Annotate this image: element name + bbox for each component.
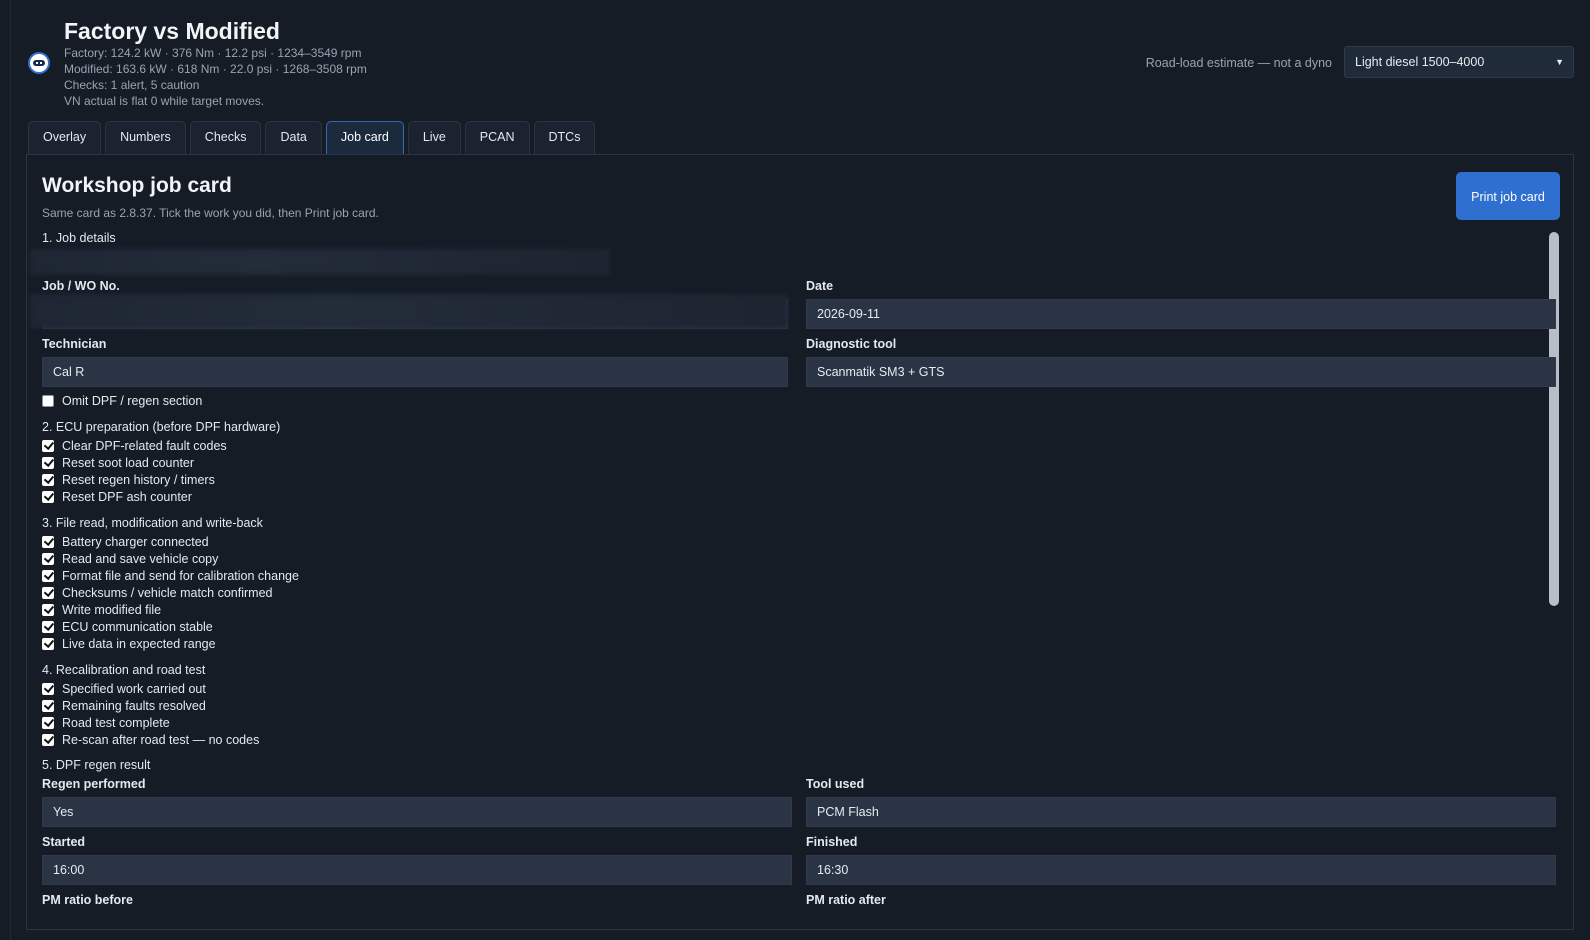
- tab-live[interactable]: Live: [407, 121, 461, 154]
- pm-ratio-before-label: PM ratio before: [42, 893, 133, 907]
- started-label: Started: [42, 835, 86, 849]
- task-label: Reset soot load counter: [62, 456, 195, 470]
- date-field[interactable]: 2026-09-11: [806, 299, 1556, 329]
- task-checkbox[interactable]: Format file and send for calibration cha…: [42, 569, 299, 585]
- vn-warning: VN actual is flat 0 while target moves.: [64, 94, 265, 108]
- task-label: Remaining faults resolved: [62, 699, 206, 713]
- page-title: Factory vs Modified: [64, 18, 280, 44]
- task-checkbox[interactable]: Read and save vehicle copy: [42, 552, 218, 568]
- chevron-down-icon: ▼: [1555, 57, 1564, 67]
- task-checkbox[interactable]: Live data in expected range: [42, 637, 216, 653]
- checkbox-checked-icon[interactable]: [42, 439, 54, 452]
- section-ecu-preparation: 2. ECU preparation (before DPF hardware): [42, 420, 281, 434]
- finished-label: Finished: [806, 835, 858, 849]
- task-checkbox[interactable]: Clear DPF-related fault codes: [42, 439, 227, 455]
- task-label: Reset regen history / timers: [62, 473, 215, 487]
- task-label: Read and save vehicle copy: [62, 552, 219, 566]
- section-recalibration: 4. Recalibration and road test: [42, 663, 206, 677]
- task-label: Re-scan after road test — no codes: [62, 733, 260, 747]
- task-checkbox[interactable]: Reset soot load counter: [42, 456, 194, 472]
- started-field[interactable]: 16:00: [42, 855, 792, 885]
- checkbox-checked-icon[interactable]: [42, 603, 54, 616]
- task-checkbox[interactable]: Road test complete: [42, 716, 170, 732]
- pm-ratio-after-label: PM ratio after: [806, 893, 886, 907]
- section-dpf-regen: 5. DPF regen result: [42, 758, 151, 772]
- task-checkbox[interactable]: Write modified file: [42, 603, 161, 619]
- factory-summary: Factory: 124.2 kW · 376 Nm · 12.2 psi · …: [64, 46, 362, 60]
- job-number-label: Job / WO No.: [42, 279, 120, 293]
- task-checkbox[interactable]: Re-scan after road test — no codes: [42, 733, 259, 749]
- task-label: Battery charger connected: [62, 535, 209, 549]
- window-edge: [10, 0, 11, 940]
- checkbox-checked-icon[interactable]: [42, 682, 54, 695]
- task-label: Specified work carried out: [62, 682, 206, 696]
- task-label: Road test complete: [62, 716, 170, 730]
- omit-dpf-checkbox[interactable]: Omit DPF / regen section: [42, 394, 202, 410]
- tab-numbers[interactable]: Numbers: [105, 121, 186, 154]
- regen-performed-label: Regen performed: [42, 777, 146, 791]
- profile-select-value: Light diesel 1500–4000: [1355, 55, 1485, 69]
- task-label: Format file and send for calibration cha…: [62, 569, 299, 583]
- profile-select[interactable]: Light diesel 1500–4000 ▼: [1344, 46, 1574, 78]
- finished-field[interactable]: 16:30: [806, 855, 1556, 885]
- tab-bar: Overlay Numbers Checks Data Job card Liv…: [28, 121, 599, 154]
- tab-checks[interactable]: Checks: [189, 121, 262, 154]
- task-checkbox[interactable]: Specified work carried out: [42, 682, 206, 698]
- task-label: ECU communication stable: [62, 620, 213, 634]
- diagnostic-tool-field[interactable]: Scanmatik SM3 + GTS: [806, 357, 1556, 387]
- checkbox-checked-icon[interactable]: [42, 552, 54, 565]
- task-checkbox[interactable]: Reset DPF ash counter: [42, 490, 192, 506]
- tool-used-field[interactable]: PCM Flash: [806, 797, 1556, 827]
- checkbox-checked-icon[interactable]: [42, 456, 54, 469]
- checkbox-checked-icon[interactable]: [42, 637, 54, 650]
- task-label: Reset DPF ash counter: [62, 490, 192, 504]
- tab-overlay[interactable]: Overlay: [28, 121, 102, 154]
- road-load-note: Road-load estimate — not a dyno: [1145, 56, 1332, 70]
- checkbox-checked-icon[interactable]: [42, 490, 54, 503]
- task-checkbox[interactable]: Battery charger connected: [42, 535, 209, 551]
- redacted-area: [30, 249, 610, 275]
- tab-job-card[interactable]: Job card: [325, 121, 404, 154]
- checkbox-checked-icon[interactable]: [42, 699, 54, 712]
- checkbox-checked-icon[interactable]: [42, 733, 54, 746]
- scrollbar-thumb[interactable]: [1549, 232, 1559, 606]
- section-job-details: 1. Job details: [42, 231, 116, 245]
- tab-pcan[interactable]: PCAN: [464, 121, 530, 154]
- checkbox-checked-icon[interactable]: [42, 569, 54, 582]
- checkbox-checked-icon[interactable]: [42, 473, 54, 486]
- card-subtitle: Same card as 2.8.37. Tick the work you d…: [42, 206, 379, 220]
- task-label: Write modified file: [62, 603, 162, 617]
- checkbox-unchecked-icon[interactable]: [42, 394, 54, 407]
- date-label: Date: [806, 279, 834, 293]
- task-checkbox[interactable]: Remaining faults resolved: [42, 699, 206, 715]
- tool-used-label: Tool used: [806, 777, 865, 791]
- print-job-card-button[interactable]: Print job card: [1456, 172, 1560, 220]
- section-file-read: 3. File read, modification and write-bac…: [42, 516, 263, 530]
- omit-dpf-label: Omit DPF / regen section: [62, 394, 203, 408]
- checkbox-checked-icon[interactable]: [42, 716, 54, 729]
- regen-performed-select[interactable]: Yes: [42, 797, 792, 827]
- task-label: Clear DPF-related fault codes: [62, 439, 227, 453]
- technician-label: Technician: [42, 337, 107, 351]
- checkbox-checked-icon[interactable]: [42, 586, 54, 599]
- checks-summary: Checks: 1 alert, 5 caution: [64, 78, 200, 92]
- card-title: Workshop job card: [42, 174, 232, 197]
- tab-dtcs[interactable]: DTCs: [533, 121, 596, 154]
- diagnostic-tool-label: Diagnostic tool: [806, 337, 897, 351]
- task-label: Checksums / vehicle match confirmed: [62, 586, 273, 600]
- task-label: Live data in expected range: [62, 637, 216, 651]
- app-logo-icon: [28, 52, 50, 74]
- checkbox-checked-icon[interactable]: [42, 620, 54, 633]
- modified-summary: Modified: 163.6 kW · 618 Nm · 22.0 psi ·…: [64, 62, 367, 76]
- tab-data[interactable]: Data: [265, 121, 322, 154]
- technician-field[interactable]: Cal R: [42, 357, 788, 387]
- task-checkbox[interactable]: Checksums / vehicle match confirmed: [42, 586, 273, 602]
- checkbox-checked-icon[interactable]: [42, 535, 54, 548]
- task-checkbox[interactable]: Reset regen history / timers: [42, 473, 215, 489]
- redacted-job-number: [30, 294, 788, 328]
- task-checkbox[interactable]: ECU communication stable: [42, 620, 213, 636]
